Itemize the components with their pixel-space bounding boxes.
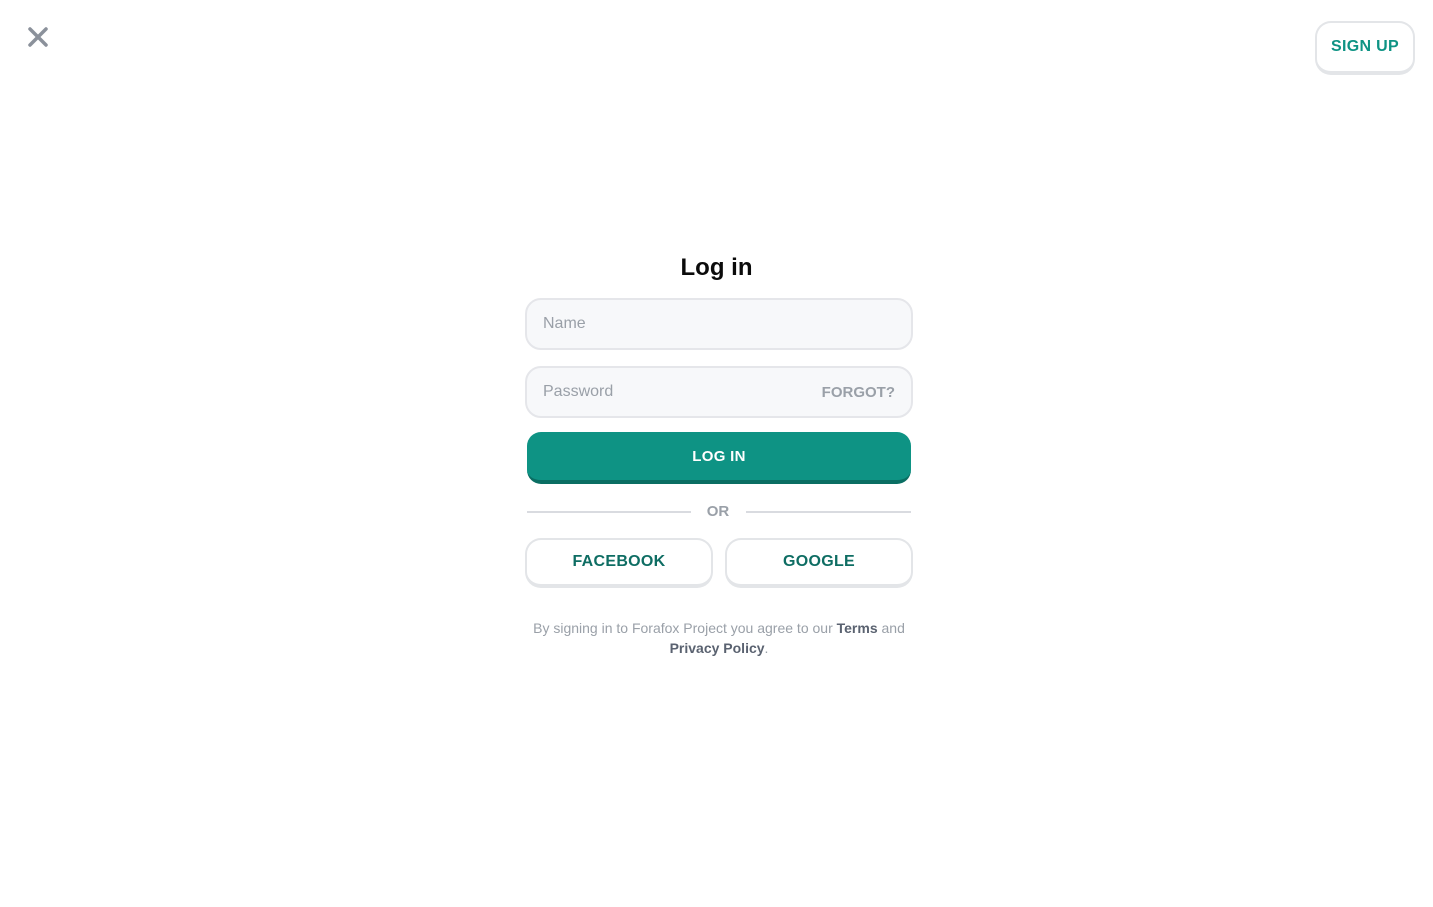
forgot-password-link[interactable]: FORGOT? [822, 368, 895, 416]
terms-middle: and [877, 620, 905, 636]
password-field: FORGOT? [525, 366, 913, 418]
name-field [525, 298, 913, 350]
terms-suffix: . [764, 640, 769, 656]
google-login-button[interactable]: GOOGLE [725, 538, 913, 588]
name-input[interactable] [527, 300, 911, 348]
terms-notice: By signing in to Forafox Project you agr… [520, 618, 918, 658]
facebook-login-button[interactable]: FACEBOOK [525, 538, 713, 588]
close-button[interactable] [24, 22, 52, 52]
page-title: Log in [680, 254, 753, 281]
divider-left [527, 511, 691, 513]
divider-right [746, 511, 911, 513]
log-in-button[interactable]: LOG IN [527, 432, 911, 484]
or-separator: OR [706, 503, 730, 520]
terms-link[interactable]: Terms [837, 620, 878, 636]
terms-prefix: By signing in to Forafox Project you agr… [533, 620, 837, 636]
sign-up-button[interactable]: SIGN UP [1315, 21, 1415, 75]
privacy-policy-link[interactable]: Privacy Policy [670, 640, 765, 656]
close-icon [28, 27, 48, 47]
